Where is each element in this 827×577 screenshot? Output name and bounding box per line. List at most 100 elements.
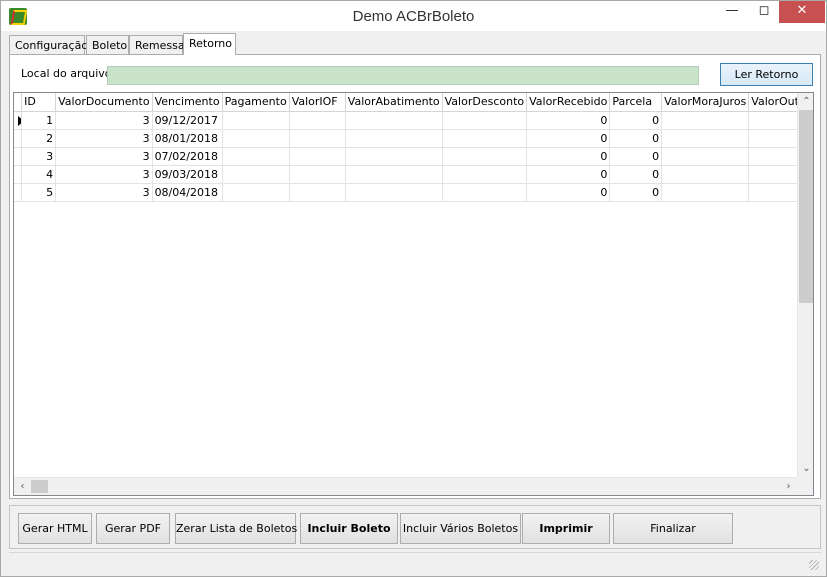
cell-parcela[interactable]: 0 [609,129,663,148]
column-header[interactable]: Vencimento [152,93,223,112]
cell-valor-abatimento[interactable] [345,147,443,166]
scroll-right-icon[interactable]: › [780,478,797,495]
tab-remessa[interactable]: Remessa [129,35,185,55]
cell-parcela[interactable]: 0 [609,147,663,166]
row-indicator-cell [14,111,23,130]
tab-retorno[interactable]: Retorno [183,33,236,55]
window-title: Demo ACBrBoleto [352,8,475,25]
cell-valor-documento[interactable]: 3 [55,165,153,184]
cell-pagamento[interactable] [222,165,290,184]
resize-grip-icon[interactable] [809,560,819,570]
vertical-scroll-thumb[interactable] [799,110,813,303]
cell-parcela[interactable]: 0 [609,111,663,130]
vertical-scrollbar[interactable]: ⌃ ⌄ [797,93,813,477]
scrollbar-corner [797,477,813,495]
horizontal-scroll-thumb[interactable] [31,480,48,493]
cell-valor-recebido[interactable]: 0 [526,183,611,202]
cell-id[interactable]: 3 [21,147,57,166]
cell-valor-desconto[interactable] [442,183,528,202]
close-icon[interactable]: ✕ [779,1,825,23]
cell-valor-recebido[interactable]: 0 [526,111,611,130]
cell-pagamento[interactable] [222,147,290,166]
column-header[interactable]: ValorIOF [289,93,346,112]
title-bar[interactable]: Demo ACBrBoleto — ◻ ✕ [1,1,826,31]
scroll-left-icon[interactable]: ‹ [14,478,31,495]
cell-pagamento[interactable] [222,129,290,148]
cell-valor-recebido[interactable]: 0 [526,147,611,166]
column-header[interactable]: ValorDesconto [442,93,528,112]
cell-valor-iof[interactable] [289,111,346,130]
local-arquivo-label: Local do arquivo [21,67,112,80]
cell-valor-mora-juros[interactable] [661,147,750,166]
cell-valor-mora-juros[interactable] [661,165,750,184]
cell-valor-recebido[interactable]: 0 [526,129,611,148]
table-row[interactable]: 2 3 08/01/2018 0 0 [14,129,813,148]
column-header[interactable]: ValorAbatimento [345,93,443,112]
scroll-down-icon[interactable]: ⌄ [798,460,813,477]
cell-valor-documento[interactable]: 3 [55,111,153,130]
cell-valor-abatimento[interactable] [345,183,443,202]
cell-valor-recebido[interactable]: 0 [526,165,611,184]
ler-retorno-button[interactable]: Ler Retorno [720,63,813,86]
cell-vencimento[interactable]: 08/04/2018 [152,183,223,202]
cell-id[interactable]: 2 [21,129,57,148]
minimize-icon[interactable]: — [717,1,747,23]
cell-id[interactable]: 5 [21,183,57,202]
cell-valor-mora-juros[interactable] [661,129,750,148]
cell-vencimento[interactable]: 07/02/2018 [152,147,223,166]
cell-vencimento[interactable]: 09/03/2018 [152,165,223,184]
horizontal-scrollbar[interactable]: ‹ › [14,477,797,495]
cell-valor-iof[interactable] [289,147,346,166]
gerar-html-button[interactable]: Gerar HTML [18,513,92,544]
cell-valor-mora-juros[interactable] [661,111,750,130]
maximize-icon[interactable]: ◻ [749,1,779,23]
imprimir-button[interactable]: Imprimir [522,513,610,544]
tab-configuracao[interactable]: Configuração [9,35,88,55]
table-row[interactable]: 1 3 09/12/2017 0 0 [14,111,813,130]
table-row[interactable]: 5 3 08/04/2018 0 0 [14,183,813,202]
local-arquivo-input[interactable] [107,66,699,85]
column-header[interactable]: Parcela [609,93,663,112]
cell-id[interactable]: 4 [21,165,57,184]
scroll-up-icon[interactable]: ⌃ [798,93,813,110]
cell-valor-desconto[interactable] [442,129,528,148]
cell-valor-abatimento[interactable] [345,111,443,130]
cell-vencimento[interactable]: 08/01/2018 [152,129,223,148]
grid-header-row: ID ValorDocumento Vencimento Pagamento V… [14,93,813,112]
zerar-lista-button[interactable]: Zerar Lista de Boletos [175,513,297,544]
header-indicator-cell [14,93,23,112]
cell-valor-desconto[interactable] [442,165,528,184]
column-header[interactable]: ValorDocumento [55,93,153,112]
column-header[interactable]: ID [21,93,57,112]
cell-valor-iof[interactable] [289,129,346,148]
cell-valor-documento[interactable]: 3 [55,129,153,148]
row-indicator-cell [14,129,23,148]
finalizar-button[interactable]: Finalizar [613,513,733,544]
retorno-data-grid[interactable]: ID ValorDocumento Vencimento Pagamento V… [13,92,814,496]
cell-parcela[interactable]: 0 [609,165,663,184]
cell-valor-iof[interactable] [289,165,346,184]
cell-valor-desconto[interactable] [442,147,528,166]
column-header[interactable]: ValorMoraJuros [661,93,750,112]
column-header[interactable]: Pagamento [222,93,290,112]
incluir-varios-button[interactable]: Incluir Vários Boletos [400,513,521,544]
cell-valor-documento[interactable]: 3 [55,183,153,202]
table-row[interactable]: 4 3 09/03/2018 0 0 [14,165,813,184]
current-row-arrow-icon [18,115,21,126]
cell-parcela[interactable]: 0 [609,183,663,202]
cell-valor-documento[interactable]: 3 [55,147,153,166]
cell-id[interactable]: 1 [21,111,57,130]
incluir-boleto-button[interactable]: Incluir Boleto [300,513,398,544]
cell-valor-iof[interactable] [289,183,346,202]
table-row[interactable]: 3 3 07/02/2018 0 0 [14,147,813,166]
column-header[interactable]: ValorRecebido [526,93,611,112]
tab-boleto[interactable]: Boleto [86,35,129,55]
cell-valor-mora-juros[interactable] [661,183,750,202]
gerar-pdf-button[interactable]: Gerar PDF [96,513,170,544]
cell-valor-desconto[interactable] [442,111,528,130]
cell-valor-abatimento[interactable] [345,129,443,148]
cell-valor-abatimento[interactable] [345,165,443,184]
cell-pagamento[interactable] [222,183,290,202]
cell-pagamento[interactable] [222,111,290,130]
cell-vencimento[interactable]: 09/12/2017 [152,111,223,130]
